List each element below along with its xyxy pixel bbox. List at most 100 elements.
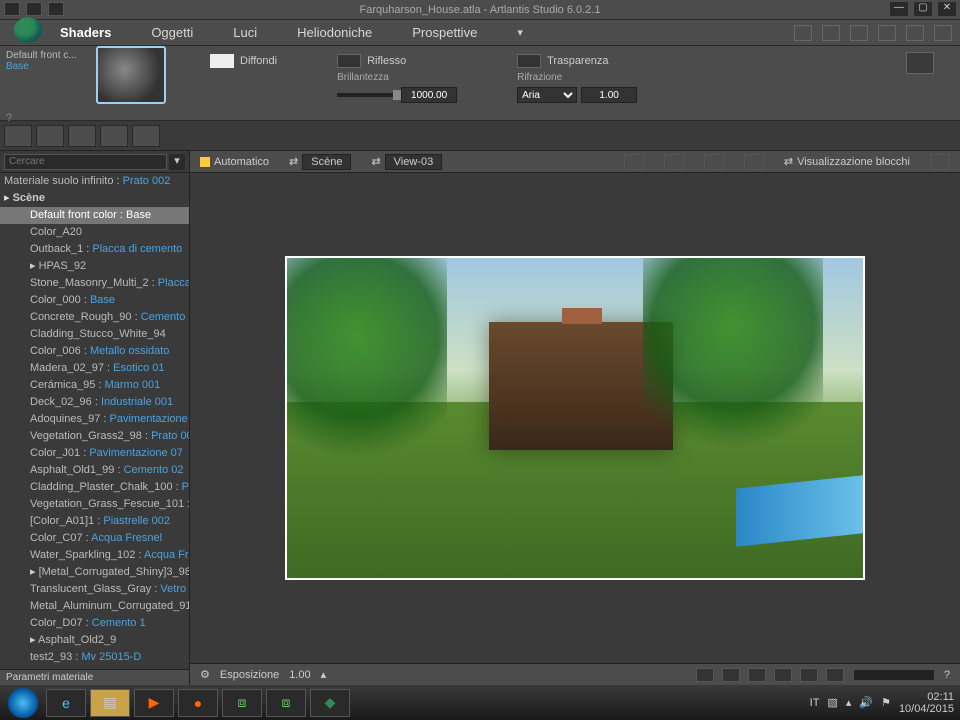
tree-item[interactable]: Asphalt_Old1_99 : Cemento 02: [0, 462, 189, 479]
status-gear-icon[interactable]: ⚙: [200, 668, 210, 681]
viewport[interactable]: [190, 173, 960, 663]
help-icon[interactable]: ?: [944, 669, 950, 681]
tray-flag-icon[interactable]: ▧: [827, 696, 837, 709]
tree-item[interactable]: Vegetation_Grass_Fescue_101 : Prato: [0, 496, 189, 513]
tool-pick-icon[interactable]: [4, 125, 32, 147]
task-camtasia1[interactable]: ⧈: [222, 689, 262, 717]
tree-item[interactable]: Color_000 : Base: [0, 292, 189, 309]
tree-item[interactable]: Metal_Aluminum_Corrugated_91: [0, 598, 189, 615]
material-preview-thumb[interactable]: [96, 46, 166, 104]
tree-top[interactable]: Materiale suolo infinito : Prato 002: [0, 173, 189, 190]
search-input[interactable]: [4, 154, 167, 170]
toolbar-cart-icon[interactable]: [794, 25, 812, 41]
task-firefox[interactable]: ●: [178, 689, 218, 717]
nav-info-icon[interactable]: [826, 668, 844, 682]
tree-item[interactable]: ▸ HPAS_92: [0, 258, 189, 275]
vp-tool-3-icon[interactable]: [704, 154, 724, 170]
tree-item[interactable]: Madera_02_97 : Esotico 01: [0, 360, 189, 377]
refraction-select[interactable]: Aria: [517, 87, 577, 103]
task-camtasia2[interactable]: ⧈: [266, 689, 306, 717]
toolbar-export-icon[interactable]: [822, 25, 840, 41]
diffuse-swatch[interactable]: [210, 54, 234, 68]
auto-checkbox[interactable]: [200, 157, 210, 167]
tree-item[interactable]: Translucent_Glass_Gray : Vetro: [0, 581, 189, 598]
tree-item[interactable]: Vegetation_Grass2_98 : Prato 003: [0, 428, 189, 445]
tree-item[interactable]: test2_93 : Mv 25015-D: [0, 649, 189, 666]
tree-item[interactable]: [Color_A01]1 : Piastrelle 002: [0, 513, 189, 530]
tree-item[interactable]: ▸ [Metal_Corrugated_Shiny]3_98: [0, 564, 189, 581]
taskbar[interactable]: e ▤ ▶ ● ⧈ ⧈ ◆ IT ▧ ▴ 🔊 ⚑ 02:1110/04/2015: [0, 685, 960, 720]
view-combo[interactable]: View-03: [385, 154, 443, 170]
tree-item[interactable]: 2 : Vetro: [0, 666, 189, 669]
task-media[interactable]: ▶: [134, 689, 174, 717]
nav-back-icon[interactable]: [696, 668, 714, 682]
tree-item[interactable]: Default front color : Base: [0, 207, 189, 224]
tree-scene-header[interactable]: ▸ Scène: [0, 190, 189, 207]
tray-volume-icon[interactable]: 🔊: [859, 696, 873, 709]
refraction-input[interactable]: [581, 87, 637, 103]
scene-combo[interactable]: Scène: [302, 154, 351, 170]
close-button[interactable]: ✕: [938, 2, 956, 16]
exposure-up-icon[interactable]: ▴: [321, 668, 327, 681]
tree-item[interactable]: Color_A20: [0, 224, 189, 241]
start-button[interactable]: [4, 688, 42, 718]
nav-play-icon[interactable]: [774, 668, 792, 682]
tree-item[interactable]: Color_006 : Metallo ossidato: [0, 343, 189, 360]
tree-item[interactable]: Adoquines_97 : Pavimentazione 09: [0, 411, 189, 428]
vp-tool-4-icon[interactable]: [744, 154, 764, 170]
sidebar-footer: Parametri materiale: [0, 669, 189, 685]
task-artlantis[interactable]: ◆: [310, 689, 350, 717]
reflection-swatch[interactable]: [337, 54, 361, 68]
tool-view-icon[interactable]: [132, 125, 160, 147]
transparency-swatch[interactable]: [517, 54, 541, 68]
tool-arrow-icon[interactable]: [68, 125, 96, 147]
tree-item[interactable]: Outback_1 : Placca di cemento: [0, 241, 189, 258]
tree-item[interactable]: ▸ Asphalt_Old2_9: [0, 632, 189, 649]
tree-item[interactable]: Cerámica_95 : Marmo 001: [0, 377, 189, 394]
progress-bar: [854, 670, 934, 680]
tree-item[interactable]: Cladding_Stucco_White_94: [0, 326, 189, 343]
tree-item[interactable]: Deck_02_96 : Industriale 001: [0, 394, 189, 411]
nav-refresh-icon[interactable]: [800, 668, 818, 682]
menu-shaders[interactable]: Shaders: [60, 25, 111, 40]
qat-icon-2[interactable]: [26, 2, 42, 16]
qat-icon-1[interactable]: [4, 2, 20, 16]
toolbar-snapshot-icon[interactable]: [878, 25, 896, 41]
menu-luci[interactable]: Luci: [233, 25, 257, 40]
material-tool-icon[interactable]: [906, 52, 934, 74]
tray-clock[interactable]: 02:1110/04/2015: [899, 691, 954, 715]
task-explorer[interactable]: ▤: [90, 689, 130, 717]
menu-heliodoniche[interactable]: Heliodoniche: [297, 25, 372, 40]
tree-item[interactable]: Color_J01 : Pavimentazione 07: [0, 445, 189, 462]
tray-lang[interactable]: IT: [810, 697, 820, 709]
tree-item[interactable]: Cladding_Plaster_Chalk_100 : Pavimen: [0, 479, 189, 496]
tool-add-icon[interactable]: [36, 125, 64, 147]
tray-up-icon[interactable]: ▴: [846, 696, 852, 709]
shininess-slider[interactable]: [337, 93, 397, 97]
maximize-button[interactable]: ▢: [914, 2, 932, 16]
menu-oggetti[interactable]: Oggetti: [151, 25, 193, 40]
vp-tool-2-icon[interactable]: [664, 154, 684, 170]
toolbar-window-icon[interactable]: [850, 25, 868, 41]
vp-tool-1-icon[interactable]: [624, 154, 644, 170]
shininess-input[interactable]: [401, 87, 457, 103]
tree-item[interactable]: Stone_Masonry_Multi_2 : Placca di cer: [0, 275, 189, 292]
task-ie[interactable]: e: [46, 689, 86, 717]
search-dropdown-icon[interactable]: ▾: [169, 154, 185, 170]
toolbar-settings-icon[interactable]: [934, 25, 952, 41]
tree-item[interactable]: Color_C07 : Acqua Fresnel: [0, 530, 189, 547]
tree-item[interactable]: Water_Sparkling_102 : Acqua Fresnel: [0, 547, 189, 564]
menu-prospettive[interactable]: Prospettive: [412, 25, 477, 40]
material-tree[interactable]: Materiale suolo infinito : Prato 002▸ Sc…: [0, 173, 189, 669]
tree-item[interactable]: Concrete_Rough_90 : Cemento 1: [0, 309, 189, 326]
toolbar-render-icon[interactable]: [906, 25, 924, 41]
minimize-button[interactable]: —: [890, 2, 908, 16]
nav-zoom-icon[interactable]: [722, 668, 740, 682]
tool-copy-icon[interactable]: [100, 125, 128, 147]
qat-icon-3[interactable]: [48, 2, 64, 16]
label-trasparenza: Trasparenza: [547, 55, 608, 67]
nav-pan-icon[interactable]: [748, 668, 766, 682]
vp-tool-right-icon[interactable]: [930, 154, 950, 170]
tray-network-icon[interactable]: ⚑: [881, 696, 891, 709]
tree-item[interactable]: Color_D07 : Cemento 1: [0, 615, 189, 632]
